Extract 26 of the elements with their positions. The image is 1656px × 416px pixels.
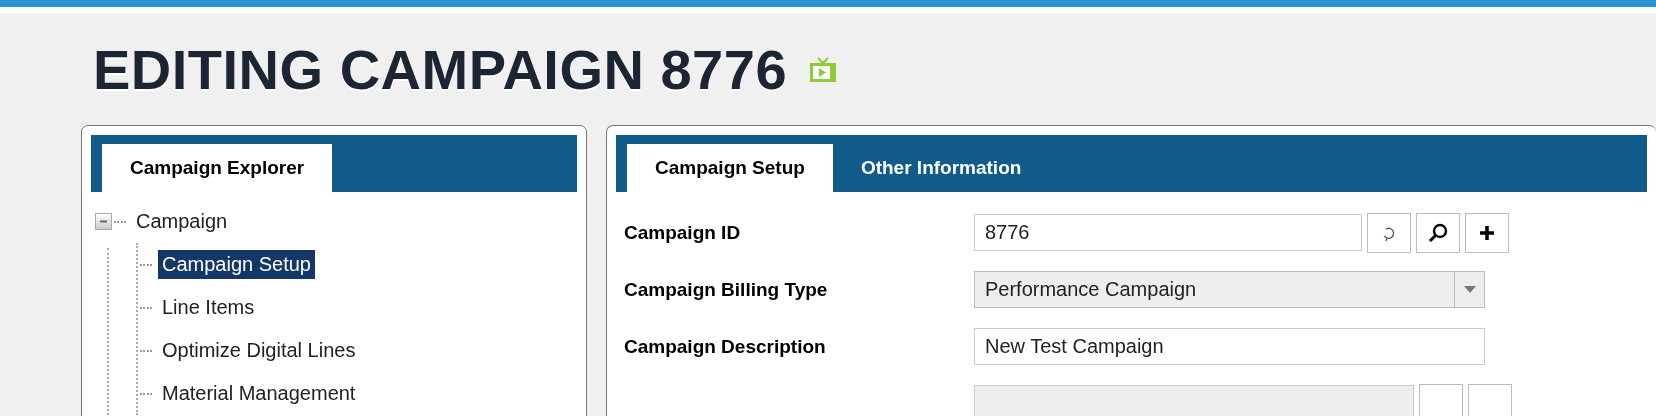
explorer-tab[interactable]: Campaign Explorer bbox=[102, 144, 333, 192]
field-label: Campaign Description bbox=[624, 335, 827, 358]
search-icon bbox=[1428, 222, 1448, 243]
refresh-button[interactable] bbox=[1367, 212, 1411, 253]
billing-type-select[interactable]: Performance Campaign bbox=[974, 271, 1485, 308]
field-label: Campaign Billing Type bbox=[624, 278, 829, 301]
select-field[interactable] bbox=[974, 385, 1414, 416]
search-button[interactable] bbox=[1416, 212, 1460, 253]
icon-button[interactable] bbox=[1468, 383, 1512, 416]
editor-tab[interactable]: Campaign Setup bbox=[627, 144, 833, 192]
plus-icon bbox=[1479, 224, 1495, 241]
tree-item[interactable]: Campaign bbox=[132, 207, 232, 236]
tree-item[interactable]: Optimize Digital Lines bbox=[158, 336, 360, 365]
tree-item[interactable]: Line Items bbox=[158, 293, 259, 322]
tree-item[interactable]: Campaign Setup bbox=[158, 250, 315, 279]
tv-play-icon bbox=[809, 55, 838, 83]
editor-tab[interactable]: Other Information bbox=[840, 144, 1042, 192]
field-label: Campaign ID bbox=[624, 221, 742, 244]
page-title: EDITING CAMPAIGN 8776 bbox=[93, 36, 788, 102]
description-field[interactable]: New Test Campaign bbox=[974, 328, 1485, 365]
campaign-id-field[interactable]: 8776 bbox=[974, 214, 1362, 251]
collapse-toggle[interactable] bbox=[95, 213, 112, 230]
tree-item[interactable]: Material Management bbox=[158, 379, 360, 408]
icon-button[interactable] bbox=[1419, 383, 1463, 416]
add-button[interactable] bbox=[1465, 212, 1509, 253]
caret-icon bbox=[1463, 286, 1476, 293]
